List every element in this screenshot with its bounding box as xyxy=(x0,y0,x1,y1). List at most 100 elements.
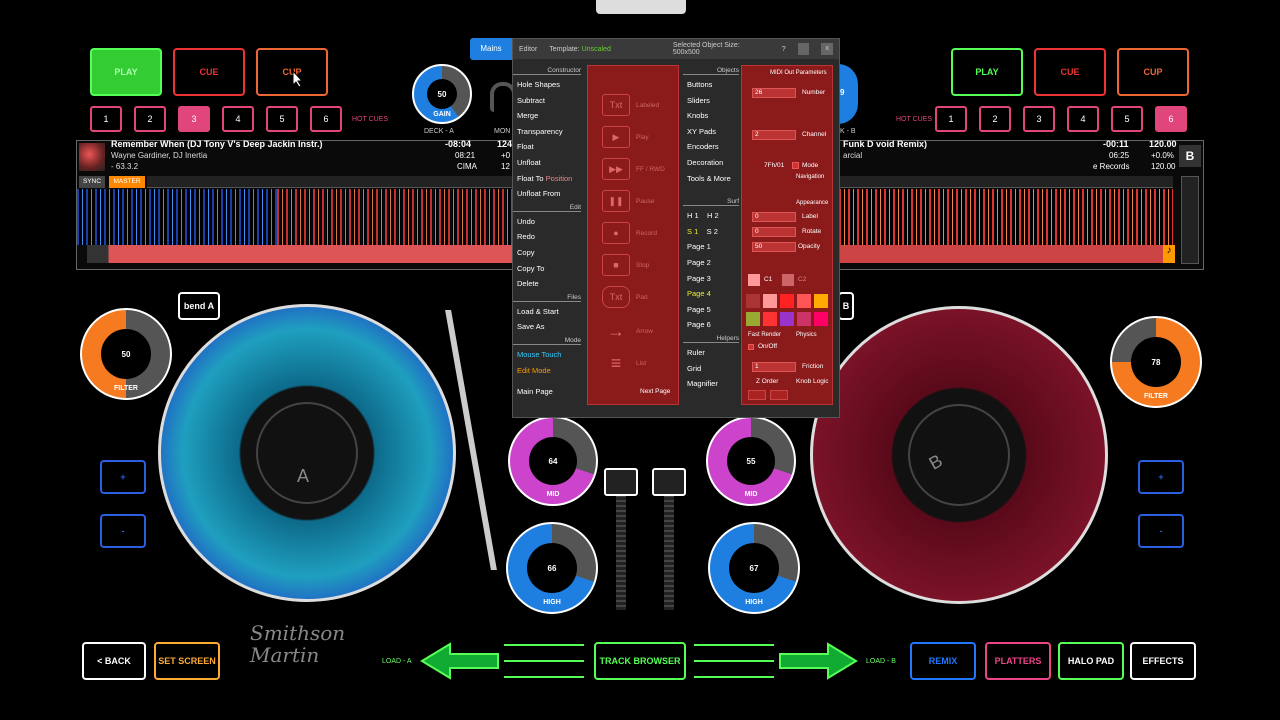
menu-grid[interactable]: Grid xyxy=(683,361,739,377)
surf-s1[interactable]: S 1 xyxy=(687,227,698,236)
cue-button-a[interactable]: CUE xyxy=(173,48,245,96)
opacity-field[interactable]: 50 xyxy=(752,242,796,252)
menu-float[interactable]: Float xyxy=(513,139,581,155)
track-browser-button[interactable]: TRACK BROWSER xyxy=(594,642,686,680)
palette-labeled-icon[interactable]: Txt xyxy=(602,94,630,116)
swatch-4[interactable] xyxy=(797,294,811,308)
template-value[interactable]: Unscaled xyxy=(582,46,611,53)
help-button[interactable]: ? xyxy=(782,46,786,53)
hot-cue-a-5[interactable]: 5 xyxy=(266,106,298,132)
menu-ruler[interactable]: Ruler xyxy=(683,345,739,361)
close-button[interactable]: x xyxy=(821,43,834,55)
color1-swatch[interactable] xyxy=(748,274,760,286)
menu-save-as[interactable]: Save As xyxy=(513,319,581,335)
load-a-arrow-icon[interactable] xyxy=(420,642,500,680)
halo-pad-button[interactable]: HALO PAD xyxy=(1058,642,1124,680)
pitch-plus-b[interactable]: + xyxy=(1138,460,1184,494)
palette-pad-icon[interactable]: Txt xyxy=(602,286,630,308)
swatch-8[interactable] xyxy=(780,312,794,326)
channel-fader-b[interactable] xyxy=(652,468,686,496)
sync-button-a[interactable]: SYNC xyxy=(79,176,105,188)
position-option[interactable]: Position xyxy=(546,174,573,183)
pitch-slider-b[interactable] xyxy=(1181,176,1199,264)
mid-knob-a[interactable]: 64 MID xyxy=(508,416,598,506)
hot-cue-b-4[interactable]: 4 xyxy=(1067,106,1099,132)
high-knob-a[interactable]: 66 HIGH xyxy=(506,522,598,614)
number-field[interactable]: 26 xyxy=(752,88,796,98)
hot-cue-b-5[interactable]: 5 xyxy=(1111,106,1143,132)
swatch-2[interactable] xyxy=(763,294,777,308)
surf-h1[interactable]: H 1 xyxy=(687,211,699,220)
menu-transparency[interactable]: Transparency xyxy=(513,124,581,140)
next-page-button[interactable]: Next Page xyxy=(640,388,670,395)
hot-cue-b-1[interactable]: 1 xyxy=(935,106,967,132)
onoff-checkbox[interactable] xyxy=(748,344,754,350)
page-1[interactable]: Page 1 xyxy=(683,239,739,255)
hot-cue-b-6[interactable]: 6 xyxy=(1155,106,1187,132)
friction-field[interactable]: 1 xyxy=(752,362,796,372)
swatch-6[interactable] xyxy=(746,312,760,326)
menu-redo[interactable]: Redo xyxy=(513,229,581,245)
palette-pause-icon[interactable]: ❚❚ xyxy=(602,190,630,212)
rotate-field[interactable]: 0 xyxy=(752,227,796,237)
swatch-5[interactable] xyxy=(814,294,828,308)
menu-unfloat-from[interactable]: Unfloat From xyxy=(513,186,581,202)
back-button[interactable]: < BACK xyxy=(82,642,146,680)
filter-knob-a[interactable]: 50 FILTER xyxy=(80,308,172,400)
swatch-1[interactable] xyxy=(746,294,760,308)
page-2[interactable]: Page 2 xyxy=(683,255,739,271)
menu-encoders[interactable]: Encoders xyxy=(683,139,739,155)
menu-copy-to[interactable]: Copy To xyxy=(513,261,581,277)
menu-main-page[interactable]: Main Page xyxy=(513,384,581,400)
cup-button-b[interactable]: CUP xyxy=(1117,48,1189,96)
menu-delete[interactable]: Delete xyxy=(513,276,581,292)
z-order-up-button[interactable] xyxy=(770,390,788,400)
surf-h2[interactable]: H 2 xyxy=(707,211,719,220)
menu-hole-shapes[interactable]: Hole Shapes xyxy=(513,77,581,93)
load-b-arrow-icon[interactable] xyxy=(778,642,858,680)
play-button-a[interactable]: PLAY xyxy=(90,48,162,96)
pitch-minus-a[interactable]: - xyxy=(100,514,146,548)
menu-mouse-touch[interactable]: Mouse Touch xyxy=(513,347,581,363)
hot-cue-a-3[interactable]: 3 xyxy=(178,106,210,132)
set-screen-button[interactable]: SET SCREEN xyxy=(154,642,220,680)
hot-cue-b-2[interactable]: 2 xyxy=(979,106,1011,132)
hot-cue-b-3[interactable]: 3 xyxy=(1023,106,1055,132)
cue-button-b[interactable]: CUE xyxy=(1034,48,1106,96)
menu-merge[interactable]: Merge xyxy=(513,108,581,124)
minimize-button[interactable] xyxy=(797,43,810,55)
menu-sliders[interactable]: Sliders xyxy=(683,93,739,109)
physics-label[interactable]: Physics xyxy=(796,332,817,338)
gain-knob-b[interactable]: 9 xyxy=(838,64,858,124)
menu-load-start[interactable]: Load & Start xyxy=(513,304,581,320)
label-field[interactable]: 0 xyxy=(752,212,796,222)
waveform-b[interactable] xyxy=(839,189,1173,245)
page-6[interactable]: Page 6 xyxy=(683,317,739,333)
z-order-down-button[interactable] xyxy=(748,390,766,400)
palette-stop-icon[interactable]: ■ xyxy=(602,254,630,276)
palette-ff-icon[interactable]: ▶▶ xyxy=(602,158,630,180)
mode-checkbox[interactable] xyxy=(792,162,799,169)
menu-tools-more[interactable]: Tools & More xyxy=(683,171,739,187)
effects-button[interactable]: EFFECTS xyxy=(1130,642,1196,680)
play-button-b[interactable]: PLAY xyxy=(951,48,1023,96)
window-handle[interactable] xyxy=(596,0,686,14)
menu-edit-mode[interactable]: Edit Mode xyxy=(513,363,581,379)
bend-button-b[interactable]: B xyxy=(838,292,854,320)
hot-cue-a-2[interactable]: 2 xyxy=(134,106,166,132)
pitch-minus-b[interactable]: - xyxy=(1138,514,1184,548)
menu-buttons[interactable]: Buttons xyxy=(683,77,739,93)
palette-record-icon[interactable]: ● xyxy=(602,222,630,244)
platters-button[interactable]: PLATTERS xyxy=(985,642,1051,680)
album-art-a[interactable] xyxy=(79,143,105,171)
remix-button[interactable]: REMIX xyxy=(910,642,976,680)
palette-arrow-icon[interactable]: → xyxy=(602,320,630,342)
mid-knob-b[interactable]: 55 MID xyxy=(706,416,796,506)
palette-play-icon[interactable]: ▶ xyxy=(602,126,630,148)
master-button-a[interactable]: MASTER xyxy=(109,176,145,188)
fast-render-label[interactable]: Fast Render xyxy=(748,332,781,338)
menu-unfloat[interactable]: Unfloat xyxy=(513,155,581,171)
swatch-9[interactable] xyxy=(797,312,811,326)
channel-field[interactable]: 2 xyxy=(752,130,796,140)
menu-knobs[interactable]: Knobs xyxy=(683,108,739,124)
